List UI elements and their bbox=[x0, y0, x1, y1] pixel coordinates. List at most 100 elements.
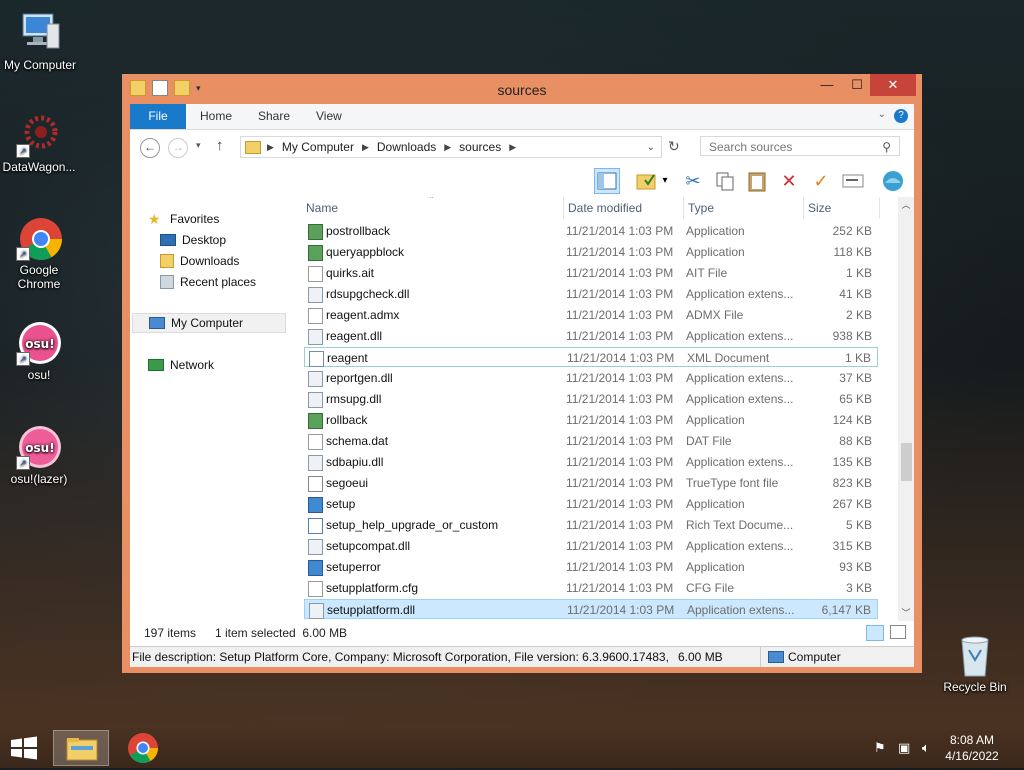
file-row[interactable]: reagent 11/21/2014 1:03 PM XML Document 1 K… bbox=[304, 347, 878, 367]
file-row[interactable]: rmsupg.dll 11/21/2014 1:03 PM Application … bbox=[304, 389, 878, 409]
cut-icon[interactable]: ✂ bbox=[680, 168, 706, 194]
copy-icon[interactable] bbox=[712, 168, 738, 194]
file-row[interactable]: setupcompat.dll 11/21/2014 1:03 PM Applica… bbox=[304, 536, 878, 556]
delete-icon[interactable]: ✕ bbox=[776, 168, 802, 194]
nav-recent-places[interactable]: Recent places bbox=[160, 272, 256, 292]
file-row[interactable]: rdsupgcheck.dll 11/21/2014 1:03 PM Applica… bbox=[304, 284, 878, 304]
desktop-icon-my-computer[interactable]: My Computer bbox=[0, 10, 80, 72]
breadcrumb-sources[interactable]: sources bbox=[459, 140, 501, 154]
column-header-name[interactable]: Name bbox=[302, 197, 564, 219]
address-field[interactable]: ▶ My Computer ▶ Downloads ▶ sources ▶ ⌄ bbox=[240, 136, 662, 158]
column-header-type[interactable]: Type bbox=[684, 197, 804, 219]
file-row[interactable]: sdbapiu.dll 11/21/2014 1:03 PM Application… bbox=[304, 452, 878, 472]
details-bar: File description: Setup Platform Core, C… bbox=[130, 646, 914, 667]
file-type: Application bbox=[686, 245, 745, 259]
minimize-button[interactable]: — bbox=[812, 74, 842, 96]
file-name: setuperror bbox=[326, 560, 381, 574]
column-header-size[interactable]: Size bbox=[804, 197, 880, 219]
scrollbar-thumb[interactable] bbox=[901, 443, 912, 481]
file-size: 938 KB bbox=[832, 329, 872, 343]
breadcrumb-downloads[interactable]: Downloads bbox=[377, 140, 436, 154]
location-label: Computer bbox=[788, 650, 841, 664]
forward-button[interactable]: → bbox=[168, 138, 188, 158]
refresh-icon[interactable]: ↻ bbox=[668, 138, 680, 155]
recent-places-icon bbox=[160, 275, 174, 289]
shortcut-arrow-icon: ↗ bbox=[16, 247, 30, 261]
back-button[interactable]: ← bbox=[140, 138, 160, 158]
start-button[interactable] bbox=[10, 736, 38, 760]
action-center-flag-icon[interactable]: ⚑ bbox=[874, 740, 886, 756]
file-row[interactable]: reportgen.dll 11/21/2014 1:03 PM Applicati… bbox=[304, 368, 878, 388]
scroll-down-icon[interactable]: ﹀ bbox=[898, 605, 914, 621]
file-date: 11/21/2014 1:03 PM bbox=[566, 329, 674, 343]
maximize-button[interactable]: ☐ bbox=[842, 74, 872, 96]
paste-icon[interactable] bbox=[744, 168, 770, 194]
network-tray-icon[interactable]: ▣ bbox=[898, 740, 910, 756]
help-icon[interactable]: ? bbox=[894, 109, 908, 123]
desktop-icon-google-chrome[interactable]: ↗ Google Chrome bbox=[0, 215, 79, 291]
column-header-date-modified[interactable]: Date modified bbox=[564, 197, 684, 219]
file-row[interactable]: queryappblock 11/21/2014 1:03 PM Applicati… bbox=[304, 242, 878, 262]
dll-icon bbox=[309, 603, 324, 619]
volume-muted-icon[interactable]: 🔈︎ bbox=[922, 740, 930, 756]
tab-file[interactable]: File bbox=[130, 104, 186, 129]
ribbon-expand-icon[interactable]: ⌄ bbox=[878, 109, 886, 120]
title-bar[interactable]: ▾ sources — ☐ ✕ bbox=[122, 74, 922, 104]
file-icon bbox=[308, 308, 323, 324]
nav-desktop[interactable]: Desktop bbox=[160, 230, 226, 250]
navigation-pane-icon[interactable] bbox=[594, 168, 620, 194]
recent-locations-icon[interactable]: ▾ bbox=[196, 140, 201, 151]
file-date: 11/21/2014 1:03 PM bbox=[566, 455, 674, 469]
file-explorer-icon bbox=[66, 738, 98, 761]
desktop-icon-osu[interactable]: osu! ↗ osu! bbox=[0, 320, 79, 382]
desktop-icon-recycle-bin[interactable]: Recycle Bin bbox=[935, 632, 1015, 694]
file-row[interactable]: setupplatform.dll 11/21/2014 1:03 PM Appli… bbox=[304, 599, 878, 619]
dll-icon bbox=[308, 455, 323, 471]
scroll-up-icon[interactable]: ︿ bbox=[898, 197, 914, 213]
nav-my-computer[interactable]: My Computer bbox=[132, 313, 286, 333]
tab-share[interactable]: Share bbox=[258, 104, 290, 129]
rtf-icon bbox=[308, 518, 323, 534]
clock[interactable]: 8:08 AM 4/16/2022 bbox=[942, 732, 1002, 764]
navigation-pane: ★ Favorites Desktop Downloads Recent pla… bbox=[130, 197, 300, 617]
file-row[interactable]: setup_help_upgrade_or_custom 11/21/2014 1… bbox=[304, 515, 878, 535]
classic-shell-icon[interactable] bbox=[880, 168, 906, 194]
file-name: rmsupg.dll bbox=[326, 392, 382, 406]
file-row[interactable]: reagent.admx 11/21/2014 1:03 PM ADMX File 2… bbox=[304, 305, 878, 325]
breadcrumb-my-computer[interactable]: My Computer bbox=[282, 140, 354, 154]
file-row[interactable]: segoeui 11/21/2014 1:03 PM TrueType font f… bbox=[304, 473, 878, 493]
shortcut-arrow-icon: ↗ bbox=[16, 456, 30, 470]
desktop-icon-osu-lazer[interactable]: osu! ↗ osu!(lazer) bbox=[0, 424, 79, 486]
file-row[interactable]: setup 11/21/2014 1:03 PM Application 267 KB bbox=[304, 494, 878, 514]
rename-icon[interactable] bbox=[840, 168, 866, 194]
nav-network[interactable]: Network bbox=[148, 355, 214, 375]
file-row[interactable]: postrollback 11/21/2014 1:03 PM Applicatio… bbox=[304, 221, 878, 241]
details-view-icon[interactable] bbox=[866, 625, 884, 641]
tab-home[interactable]: Home bbox=[200, 104, 232, 129]
nav-favorites[interactable]: ★ Favorites bbox=[148, 209, 219, 229]
up-button[interactable]: ↑ bbox=[216, 137, 224, 154]
file-row[interactable]: setuperror 11/21/2014 1:03 PM Application 9… bbox=[304, 557, 878, 577]
search-input[interactable]: Search sources ⚲ bbox=[700, 136, 900, 156]
file-size: 118 KB bbox=[833, 245, 872, 259]
taskbar-chrome[interactable] bbox=[115, 730, 171, 766]
tab-view[interactable]: View bbox=[316, 104, 342, 129]
large-icons-view-icon[interactable] bbox=[890, 625, 906, 639]
file-size: 3 KB bbox=[845, 581, 872, 595]
taskbar-file-explorer[interactable] bbox=[53, 730, 109, 766]
file-row[interactable]: schema.dat 11/21/2014 1:03 PM DAT File 88 K… bbox=[304, 431, 878, 451]
folder-options-icon[interactable] bbox=[634, 168, 660, 194]
file-type: Application bbox=[686, 497, 745, 511]
file-row[interactable]: reagent.dll 11/21/2014 1:03 PM Application… bbox=[304, 326, 878, 346]
file-row[interactable]: rollback 11/21/2014 1:03 PM Application 124… bbox=[304, 410, 878, 430]
file-row[interactable]: setupplatform.cfg 11/21/2014 1:03 PM CFG F… bbox=[304, 578, 878, 598]
desktop-icon-datawagon[interactable]: ↗ DataWagon... bbox=[0, 112, 79, 174]
chevron-down-icon[interactable]: ⌄ bbox=[647, 142, 655, 153]
nav-downloads[interactable]: Downloads bbox=[160, 251, 239, 271]
desktop-icon-label: My Computer bbox=[3, 58, 77, 72]
vertical-scrollbar[interactable]: ︿ ﹀ bbox=[898, 197, 914, 621]
chevron-down-icon[interactable]: ▾ bbox=[660, 168, 670, 194]
file-row[interactable]: quirks.ait 11/21/2014 1:03 PM AIT File 1 KB bbox=[304, 263, 878, 283]
properties-check-icon[interactable]: ✓ bbox=[808, 168, 834, 194]
close-button[interactable]: ✕ bbox=[870, 74, 916, 96]
